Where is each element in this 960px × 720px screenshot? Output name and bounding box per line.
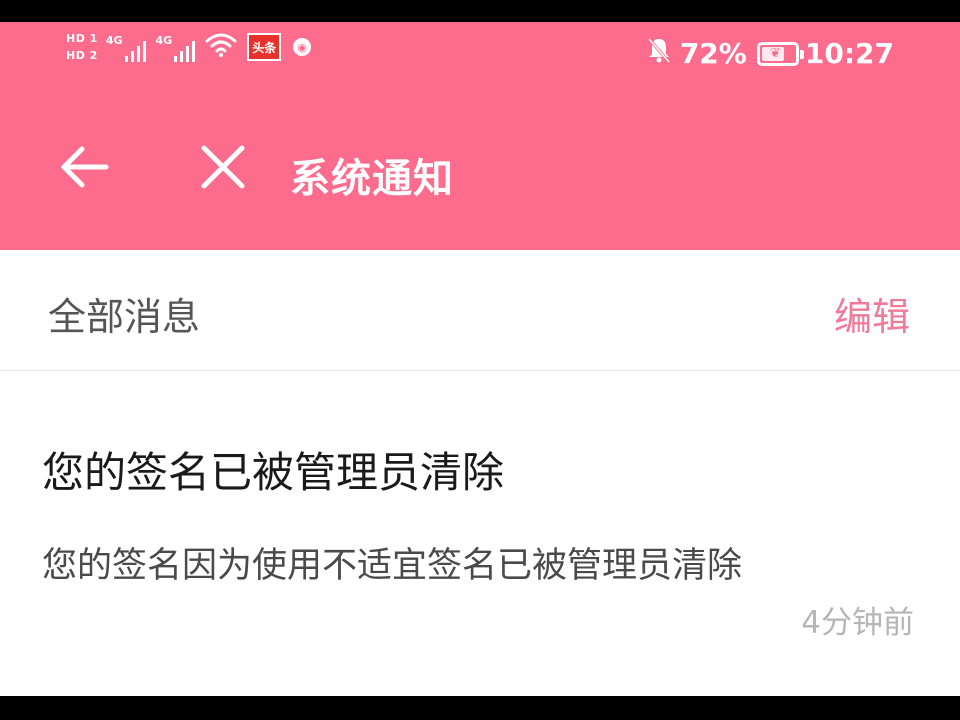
notification-title: 您的签名已被管理员清除 bbox=[42, 448, 505, 497]
wifi-icon bbox=[205, 32, 237, 62]
bottom-letterbox bbox=[0, 696, 960, 720]
network-type-2: 4G bbox=[155, 34, 173, 47]
notification-body: 您的签名因为使用不适宜签名已被管理员清除 bbox=[42, 546, 743, 586]
clock: 10:27 bbox=[804, 37, 894, 70]
filter-bar: 全部消息 编辑 bbox=[0, 250, 960, 371]
edit-button[interactable]: 编辑 bbox=[834, 286, 910, 341]
back-arrow-icon[interactable] bbox=[58, 140, 112, 194]
news-app-icon: 头条 bbox=[247, 33, 282, 61]
page-title: 系统通知 bbox=[290, 156, 454, 202]
content-area: 全部消息 编辑 您的签名已被管理员清除 您的签名因为使用不适宜签名已被管理员清除… bbox=[0, 250, 960, 696]
signal-bars-icon bbox=[174, 38, 196, 62]
signal-bars-icon bbox=[124, 38, 146, 62]
bell-muted-icon bbox=[646, 36, 672, 71]
sim1-indicator: HD 1 bbox=[66, 32, 98, 45]
signal-1: 4G bbox=[106, 32, 146, 62]
status-bar-right: 72% ❦ 10:27 bbox=[646, 36, 894, 71]
filter-all-messages[interactable]: 全部消息 bbox=[48, 286, 200, 341]
network-type-1: 4G bbox=[105, 34, 123, 47]
notification-time: 4分钟前 bbox=[801, 605, 914, 641]
leaf-icon: ❦ bbox=[769, 45, 781, 61]
app-header: HD 1 HD 2 4G 4G 头条 ◉ 72% ❦ 10:27 系统通知 bbox=[0, 22, 960, 250]
close-icon[interactable] bbox=[196, 140, 250, 194]
top-letterbox bbox=[0, 0, 960, 22]
signal-2: 4G bbox=[156, 32, 196, 62]
battery-percent: 72% bbox=[679, 37, 747, 70]
pig-app-icon: ◉ bbox=[293, 38, 312, 56]
sim2-indicator: HD 2 bbox=[66, 49, 98, 62]
battery-icon: ❦ bbox=[756, 41, 804, 66]
sim-indicators: HD 1 HD 2 bbox=[66, 32, 98, 62]
notification-item[interactable]: 您的签名已被管理员清除 您的签名因为使用不适宜签名已被管理员清除 4分钟前 bbox=[0, 371, 960, 696]
status-bar-left: HD 1 HD 2 4G 4G 头条 ◉ bbox=[66, 32, 312, 62]
